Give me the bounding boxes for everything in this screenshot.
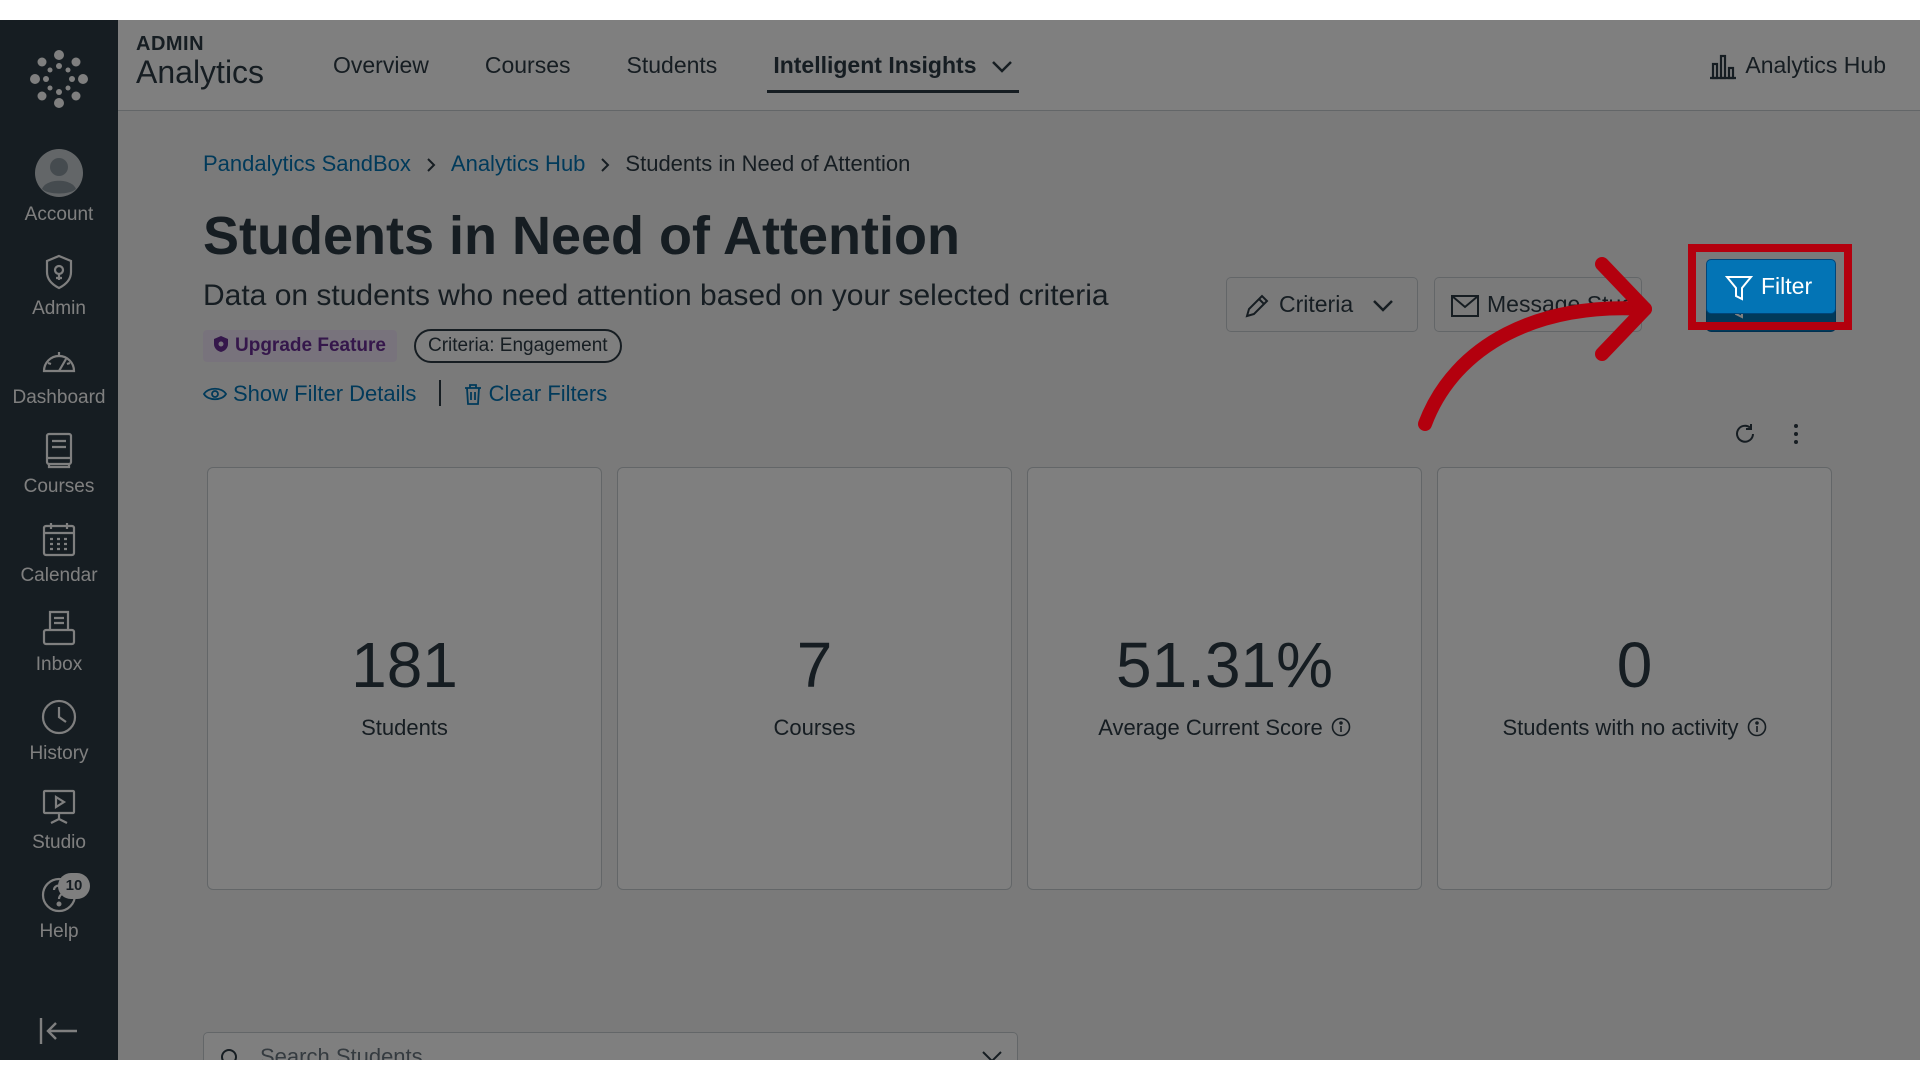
tab-intelligent-insights-label: Intelligent Insights [773, 52, 977, 78]
stat-card-courses: 7 Courses [617, 467, 1012, 890]
tab-courses[interactable]: Courses [485, 20, 571, 111]
tab-courses-label: Courses [484, 52, 571, 78]
chevron-right-icon [427, 158, 436, 172]
app-frame: Account Admin Dashboard Courses Calendar… [0, 20, 1920, 1060]
search-placeholder: Search Students [260, 1044, 423, 1060]
brand-admin-label: ADMIN [136, 33, 205, 55]
nav-item-account[interactable]: Account [0, 148, 118, 234]
breadcrumb-sandbox-link[interactable]: Pandalytics SandBox [203, 151, 411, 176]
highlight-box [1688, 244, 1852, 330]
criteria-button[interactable]: Criteria [1226, 277, 1418, 332]
nav-label-courses: Courses [23, 476, 95, 497]
tab-students[interactable]: Students [627, 20, 718, 111]
upgrade-feature-label: Upgrade Feature [235, 335, 386, 356]
nav-label-account: Account [24, 204, 94, 225]
tab-overview[interactable]: Overview [333, 20, 429, 111]
page-title: Students in Need of Attention [203, 206, 960, 266]
stat-label: Average Current Score [1098, 715, 1323, 740]
show-filter-details-link[interactable]: Show Filter Details [202, 380, 423, 406]
nav-item-help[interactable]: 10 Help [0, 873, 118, 961]
breadcrumb: Pandalytics SandBox Analytics Hub Students… [203, 151, 910, 177]
eye-icon [202, 387, 228, 400]
search-students-input[interactable]: Search Students [203, 1032, 1018, 1060]
calendar-icon [42, 523, 76, 557]
bar-chart-icon [1710, 54, 1737, 80]
chevron-right-icon [601, 158, 610, 172]
nav-label-history: History [29, 743, 89, 764]
tab-intelligent-insights[interactable]: Intelligent Insights [767, 20, 1019, 111]
top-bar: ADMIN Analytics Overview Courses Student… [118, 20, 1920, 111]
studio-icon [42, 789, 76, 824]
filter-links: Show Filter Details Clear Filters [202, 379, 608, 407]
stat-label: Students [361, 715, 448, 740]
inbox-icon [42, 610, 76, 646]
account-icon [35, 149, 83, 197]
nav-item-admin[interactable]: Admin [0, 252, 118, 338]
nav-label-help: Help [39, 921, 79, 942]
nav-item-inbox[interactable]: Inbox [0, 608, 118, 694]
stat-value: 0 [1616, 629, 1653, 701]
analytics-hub-link[interactable]: Analytics Hub [1709, 20, 1886, 111]
refresh-icon[interactable] [1734, 423, 1756, 445]
tab-overview-label: Overview [333, 52, 429, 78]
page-subtitle: Data on students who need attention base… [203, 279, 1109, 312]
nav-label-dashboard: Dashboard [12, 387, 106, 408]
stat-label-row: Average Current Score [1028, 715, 1421, 741]
global-nav: Account Admin Dashboard Courses Calendar… [0, 20, 118, 1060]
clear-filters-label: Clear Filters [488, 380, 608, 406]
history-icon [41, 699, 77, 735]
canvas-logo-icon[interactable] [28, 48, 90, 110]
stat-card-students: 181 Students [207, 467, 602, 890]
dashboard-icon [42, 352, 76, 373]
help-badge: 10 [58, 873, 90, 899]
stat-label: Courses [773, 715, 856, 740]
criteria-pill: Criteria: Engagement [414, 329, 622, 363]
pencil-icon [1245, 294, 1269, 318]
criteria-button-label: Criteria [1279, 291, 1354, 317]
nav-label-admin: Admin [32, 298, 86, 319]
nav-label-calendar: Calendar [20, 565, 98, 586]
annotation-arrow-icon [1418, 257, 1652, 431]
show-filter-details-label: Show Filter Details [233, 380, 417, 406]
info-icon[interactable] [1331, 717, 1351, 737]
chevron-down-icon[interactable] [981, 1050, 1003, 1060]
trash-icon [464, 383, 481, 405]
shield-icon [214, 336, 228, 352]
analytics-hub-label: Analytics Hub [1745, 52, 1886, 78]
courses-icon [45, 432, 73, 469]
admin-icon [45, 254, 73, 290]
breadcrumb-analytics-hub-link[interactable]: Analytics Hub [451, 151, 586, 176]
stat-value: 51.31% [1115, 629, 1334, 701]
chevron-down-icon [1372, 300, 1393, 312]
stat-value: 7 [796, 629, 833, 701]
divider [438, 380, 441, 407]
nav-item-courses[interactable]: Courses [0, 430, 118, 516]
breadcrumb-current: Students in Need of Attention [625, 151, 911, 176]
tab-students-label: Students [626, 52, 718, 78]
clear-filters-link[interactable]: Clear Filters [457, 380, 608, 406]
app-brand[interactable]: ADMIN Analytics [136, 34, 264, 90]
brand-analytics-label: Analytics [136, 54, 265, 90]
nav-item-calendar[interactable]: Calendar [0, 519, 118, 605]
nav-label-inbox: Inbox [35, 654, 83, 675]
chevron-down-icon [991, 61, 1012, 73]
upgrade-feature-pill: Upgrade Feature [203, 330, 397, 362]
stat-label: Students with no activity [1502, 715, 1739, 740]
top-nav: Overview Courses Students Intelligent In… [333, 20, 1069, 111]
stat-card-no-activity: 0 Students with no activity [1437, 467, 1832, 890]
more-options-icon[interactable] [1792, 423, 1800, 445]
stat-label-row: Students with no activity [1438, 715, 1831, 741]
nav-item-dashboard[interactable]: Dashboard [0, 341, 118, 427]
nav-item-history[interactable]: History [0, 697, 118, 783]
info-icon[interactable] [1747, 717, 1767, 737]
search-icon [221, 1049, 237, 1060]
collapse-nav-icon[interactable] [38, 1016, 80, 1046]
nav-item-studio[interactable]: Studio [0, 786, 118, 872]
nav-label-studio: Studio [32, 832, 86, 853]
stat-card-average-score: 51.31% Average Current Score [1027, 467, 1422, 890]
stat-value: 181 [351, 629, 458, 701]
